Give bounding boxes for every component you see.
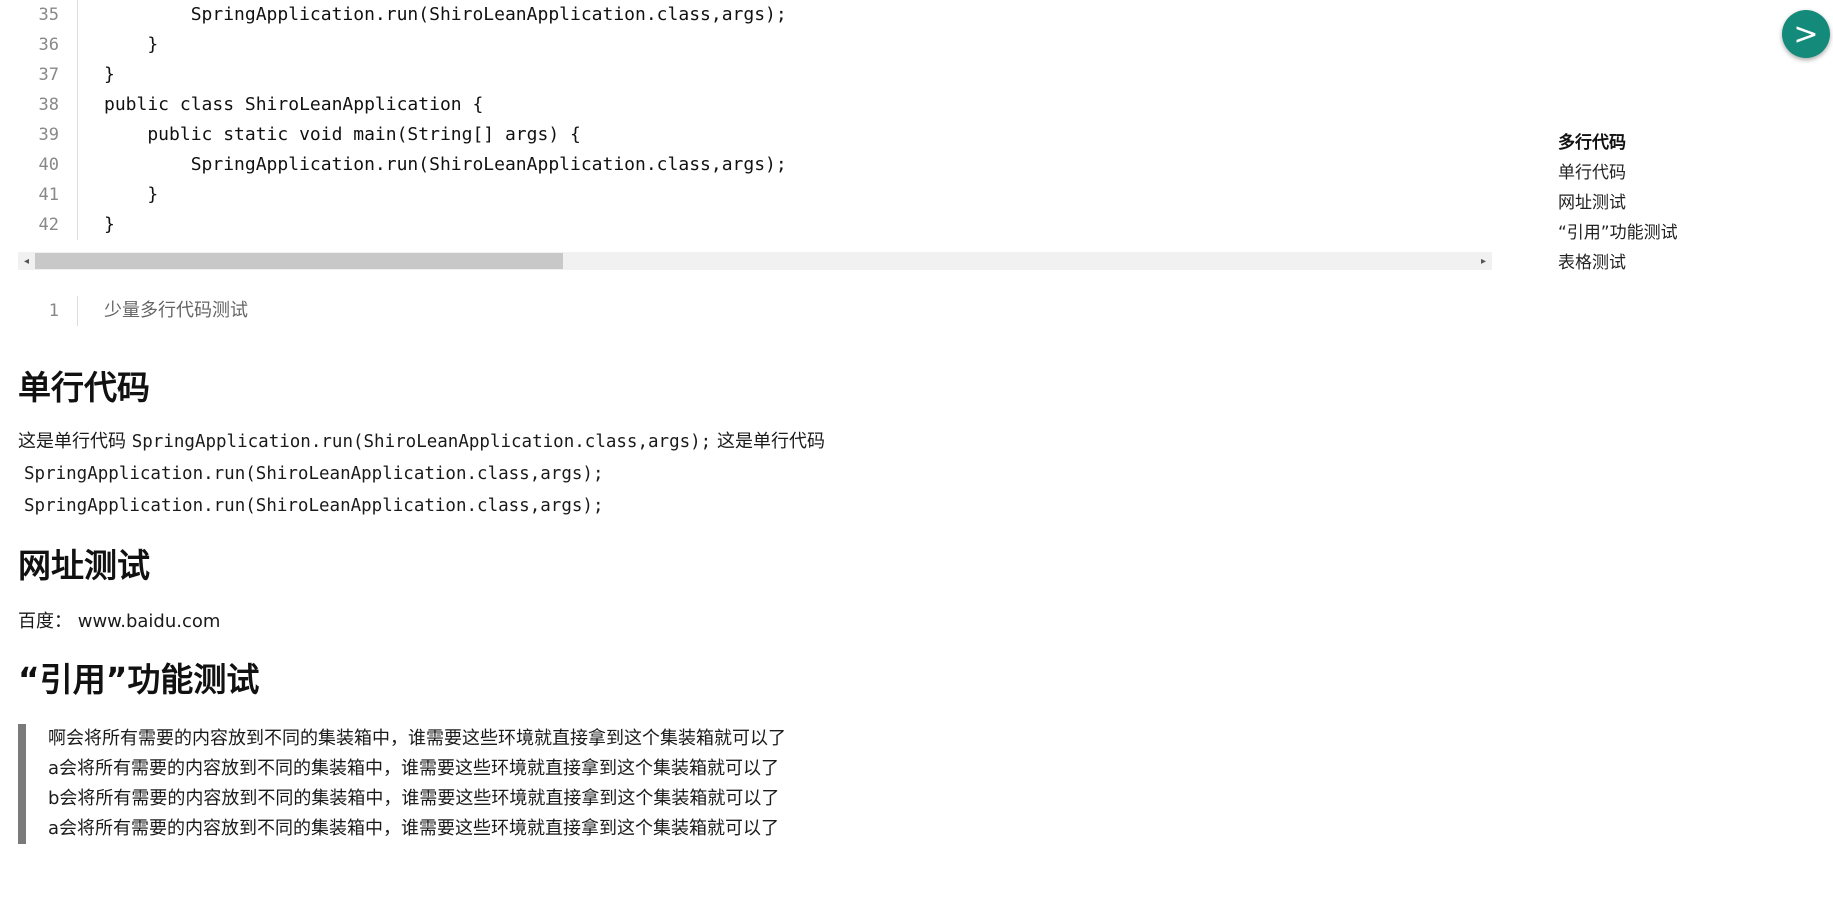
article-content: 35 SpringApplication.run(ShiroLeanApplic… [18, 0, 1492, 844]
code-line: 37} [18, 60, 1492, 90]
url-label: 百度： [18, 611, 72, 632]
code-text: 少量多行代码测试 [104, 300, 248, 321]
code-line: 41 } [18, 180, 1492, 210]
code-text: SpringApplication.run(ShiroLeanApplicati… [104, 154, 787, 175]
blockquote: 啊会将所有需要的内容放到不同的集装箱中，谁需要这些环境就直接拿到这个集装箱就可以… [18, 724, 1492, 844]
table-of-contents: 多行代码 单行代码 网址测试 “引用”功能测试 表格测试 [1558, 128, 1678, 278]
quote-line: a会将所有需要的内容放到不同的集装箱中，谁需要这些环境就直接拿到这个集装箱就可以… [48, 818, 780, 839]
inline-code-line: SpringApplication.run(ShiroLeanApplicati… [24, 464, 604, 484]
code-text: public static void main(String[] args) { [104, 124, 581, 145]
inline-code-line: SpringApplication.run(ShiroLeanApplicati… [24, 496, 604, 516]
line-number: 35 [18, 0, 78, 30]
code-text: } [104, 64, 115, 85]
quote-line: a会将所有需要的内容放到不同的集装箱中，谁需要这些环境就直接拿到这个集装箱就可以… [48, 758, 780, 779]
code-block: 35 SpringApplication.run(ShiroLeanApplic… [18, 0, 1492, 270]
line-number: 42 [18, 210, 78, 240]
single-line-paragraph: 这是单行代码 SpringApplication.run(ShiroLeanAp… [18, 426, 1492, 458]
baidu-link[interactable]: www.baidu.com [78, 611, 221, 632]
horizontal-scrollbar[interactable]: ◂ ▸ [18, 252, 1492, 270]
paragraph-text: 这是单行代码 [711, 431, 825, 452]
scroll-left-arrow-icon[interactable]: ◂ [18, 252, 35, 270]
line-number: 1 [18, 296, 78, 326]
toc-item-url-test[interactable]: 网址测试 [1558, 188, 1678, 218]
chevron-right-icon: > [1793, 16, 1819, 52]
code-line: 35 SpringApplication.run(ShiroLeanApplic… [18, 0, 1492, 30]
code-line: 36 } [18, 30, 1492, 60]
code-text: } [104, 214, 115, 235]
toc-item-table-test[interactable]: 表格测试 [1558, 248, 1678, 278]
line-number: 39 [18, 120, 78, 150]
heading-quote-test: “引用”功能测试 [18, 660, 260, 699]
paragraph-text: 这是单行代码 [18, 431, 132, 452]
code-text: } [104, 184, 159, 205]
url-paragraph: 百度： www.baidu.com [18, 606, 1492, 638]
quote-line: 啊会将所有需要的内容放到不同的集装箱中，谁需要这些环境就直接拿到这个集装箱就可以… [48, 728, 786, 749]
code-line: 42} [18, 210, 1492, 240]
code-block-small: 1 少量多行代码测试 [18, 296, 1492, 326]
scroll-right-arrow-icon[interactable]: ▸ [1475, 252, 1492, 270]
toc-item-single-line-code[interactable]: 单行代码 [1558, 158, 1678, 188]
quote-line: b会将所有需要的内容放到不同的集装箱中，谁需要这些环境就直接拿到这个集装箱就可以… [48, 788, 780, 809]
toc-item-multi-line-code[interactable]: 多行代码 [1558, 128, 1678, 158]
code-line: 40 SpringApplication.run(ShiroLeanApplic… [18, 150, 1492, 180]
toc-item-quote-test[interactable]: “引用”功能测试 [1558, 218, 1678, 248]
code-text: } [104, 34, 159, 55]
code-text: SpringApplication.run(ShiroLeanApplicati… [104, 4, 787, 25]
code-text: public class ShiroLeanApplication { [104, 94, 484, 115]
toggle-toc-button[interactable]: > [1782, 10, 1830, 58]
scrollbar-thumb[interactable] [35, 253, 563, 269]
line-number: 36 [18, 30, 78, 60]
line-number: 37 [18, 60, 78, 90]
line-number: 38 [18, 90, 78, 120]
line-number: 40 [18, 150, 78, 180]
heading-single-line-code: 单行代码 [18, 368, 150, 407]
code-line: 38 public class ShiroLeanApplication { [18, 90, 1492, 120]
code-line: 39 public static void main(String[] args… [18, 120, 1492, 150]
inline-code: SpringApplication.run(ShiroLeanApplicati… [131, 432, 712, 452]
line-number: 41 [18, 180, 78, 210]
code-line: 1 少量多行代码测试 [18, 296, 1492, 326]
heading-url-test: 网址测试 [18, 546, 150, 585]
